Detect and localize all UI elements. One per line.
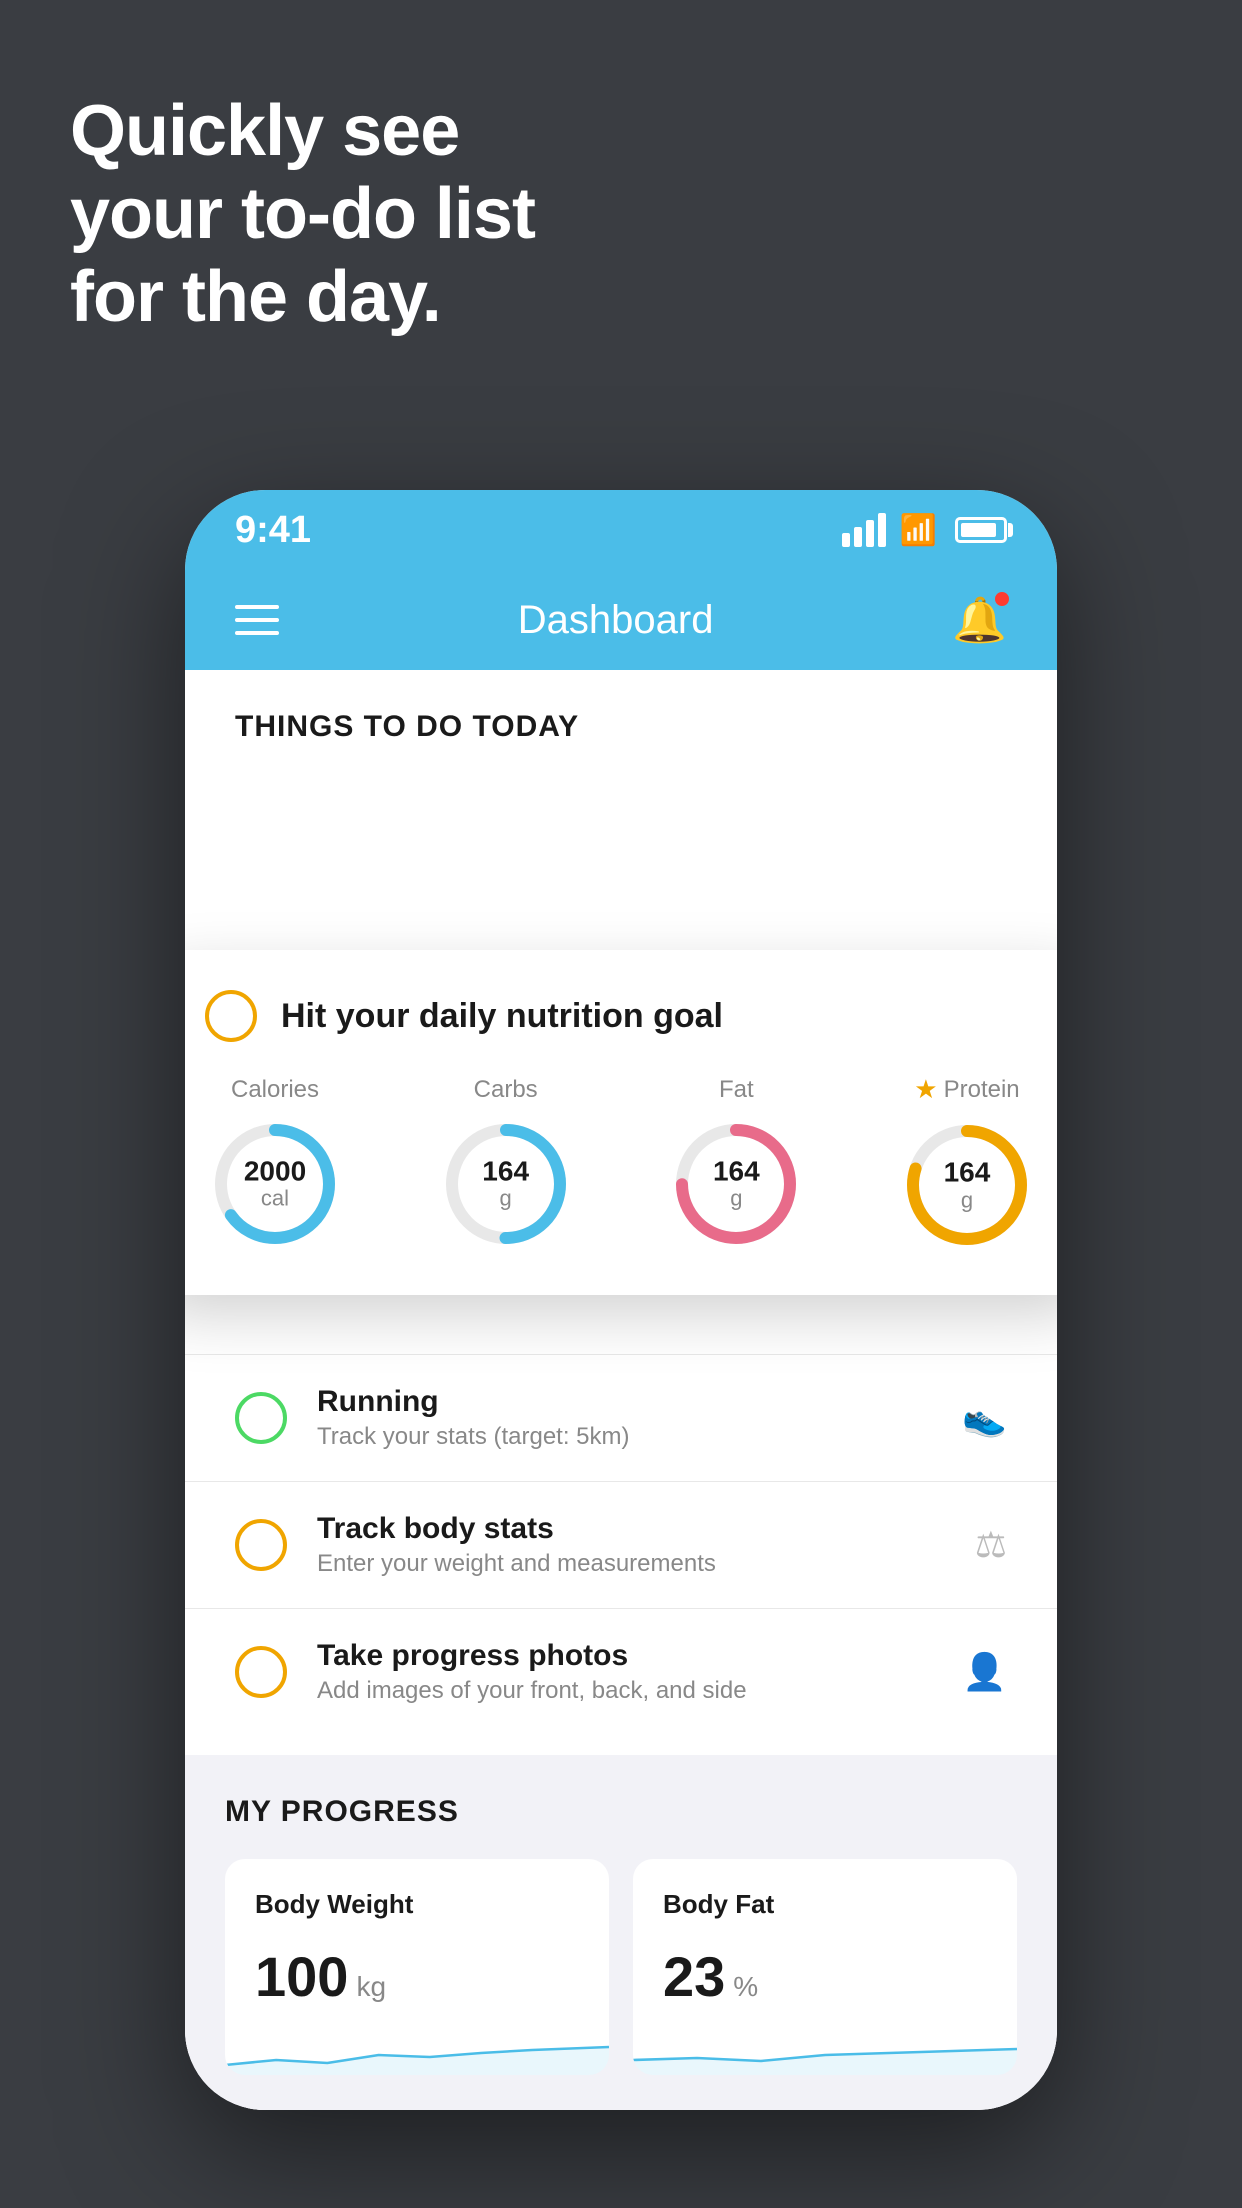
app-header: Dashboard 🔔 bbox=[185, 570, 1057, 670]
things-heading: THINGS TO DO TODAY bbox=[235, 710, 579, 743]
body-fat-value-row: 23 % bbox=[663, 1944, 987, 2009]
body-weight-unit: kg bbox=[356, 1971, 386, 2003]
todo-item-body-stats[interactable]: Track body stats Enter your weight and m… bbox=[185, 1481, 1057, 1608]
todo-item-photos[interactable]: Take progress photos Add images of your … bbox=[185, 1608, 1057, 1735]
todo-list: Running Track your stats (target: 5km) 👟… bbox=[185, 1354, 1057, 1735]
body-weight-chart bbox=[225, 2025, 609, 2075]
headline: Quickly see your to-do list for the day. bbox=[70, 90, 535, 338]
body-weight-title: Body Weight bbox=[255, 1889, 579, 1920]
todo-title-photos: Take progress photos bbox=[317, 1639, 932, 1673]
todo-subtitle-body-stats: Enter your weight and measurements bbox=[317, 1550, 945, 1578]
todo-circle-photos bbox=[235, 1646, 287, 1698]
body-fat-chart bbox=[633, 2025, 1017, 2075]
phone-mockup: 9:41 📶 Dashboard 🔔 bbox=[185, 490, 1057, 2110]
app-content: THINGS TO DO TODAY Hit your daily nutrit… bbox=[185, 670, 1057, 2110]
body-fat-unit: % bbox=[733, 1971, 758, 2003]
todo-circle-running bbox=[235, 1392, 287, 1444]
shoe-icon: 👟 bbox=[962, 1397, 1007, 1439]
nutrition-card-header: Hit your daily nutrition goal bbox=[205, 990, 1037, 1042]
todo-title-body-stats: Track body stats bbox=[317, 1512, 945, 1546]
body-weight-card[interactable]: Body Weight 100 kg bbox=[225, 1859, 609, 2075]
star-icon: ★ bbox=[914, 1074, 937, 1105]
nutrition-item-fat: Fat 164 g bbox=[666, 1076, 806, 1254]
nutrition-circles: Calories 2000 cal bbox=[205, 1074, 1037, 1255]
progress-heading: MY PROGRESS bbox=[225, 1795, 1017, 1829]
nutrition-item-protein: ★ Protein 164 g bbox=[897, 1074, 1037, 1255]
todo-text-body-stats: Track body stats Enter your weight and m… bbox=[317, 1512, 945, 1578]
fat-label: Fat bbox=[719, 1076, 754, 1104]
calories-donut: 2000 cal bbox=[205, 1114, 345, 1254]
wifi-icon: 📶 bbox=[900, 513, 937, 548]
todo-subtitle-photos: Add images of your front, back, and side bbox=[317, 1677, 932, 1705]
todo-text-running: Running Track your stats (target: 5km) bbox=[317, 1385, 932, 1451]
body-fat-value: 23 bbox=[663, 1944, 725, 2009]
nutrition-check-circle bbox=[205, 990, 257, 1042]
todo-title-running: Running bbox=[317, 1385, 932, 1419]
protein-donut: 164 g bbox=[897, 1115, 1037, 1255]
nutrition-card[interactable]: Hit your daily nutrition goal Calories bbox=[185, 950, 1057, 1295]
calories-label: Calories bbox=[231, 1076, 319, 1104]
things-section-header: THINGS TO DO TODAY bbox=[185, 670, 1057, 764]
status-time: 9:41 bbox=[235, 509, 311, 552]
battery-icon bbox=[955, 517, 1007, 543]
nutrition-item-calories: Calories 2000 cal bbox=[205, 1076, 345, 1254]
body-weight-value: 100 bbox=[255, 1944, 348, 2009]
carbs-donut: 164 g bbox=[436, 1114, 576, 1254]
progress-section: MY PROGRESS Body Weight 100 kg bbox=[185, 1755, 1057, 2110]
todo-subtitle-running: Track your stats (target: 5km) bbox=[317, 1423, 932, 1451]
todo-text-photos: Take progress photos Add images of your … bbox=[317, 1639, 932, 1705]
notification-dot bbox=[993, 590, 1011, 608]
phone-screen: 9:41 📶 Dashboard 🔔 bbox=[185, 490, 1057, 2110]
protein-label: ★ Protein bbox=[914, 1074, 1019, 1105]
notifications-button[interactable]: 🔔 bbox=[952, 594, 1007, 646]
header-title: Dashboard bbox=[518, 598, 714, 643]
scale-icon: ⚖ bbox=[975, 1524, 1007, 1566]
nutrition-card-title: Hit your daily nutrition goal bbox=[281, 997, 723, 1036]
fat-donut: 164 g bbox=[666, 1114, 806, 1254]
carbs-label: Carbs bbox=[474, 1076, 538, 1104]
person-icon: 👤 bbox=[962, 1651, 1007, 1693]
menu-button[interactable] bbox=[235, 605, 279, 635]
nutrition-item-carbs: Carbs 164 g bbox=[436, 1076, 576, 1254]
progress-cards: Body Weight 100 kg bbox=[225, 1859, 1017, 2075]
todo-circle-body-stats bbox=[235, 1519, 287, 1571]
body-fat-card[interactable]: Body Fat 23 % bbox=[633, 1859, 1017, 2075]
signal-icon bbox=[842, 513, 886, 547]
todo-item-running[interactable]: Running Track your stats (target: 5km) 👟 bbox=[185, 1354, 1057, 1481]
status-icons: 📶 bbox=[842, 513, 1007, 548]
status-bar: 9:41 📶 bbox=[185, 490, 1057, 570]
body-weight-value-row: 100 kg bbox=[255, 1944, 579, 2009]
body-fat-title: Body Fat bbox=[663, 1889, 987, 1920]
